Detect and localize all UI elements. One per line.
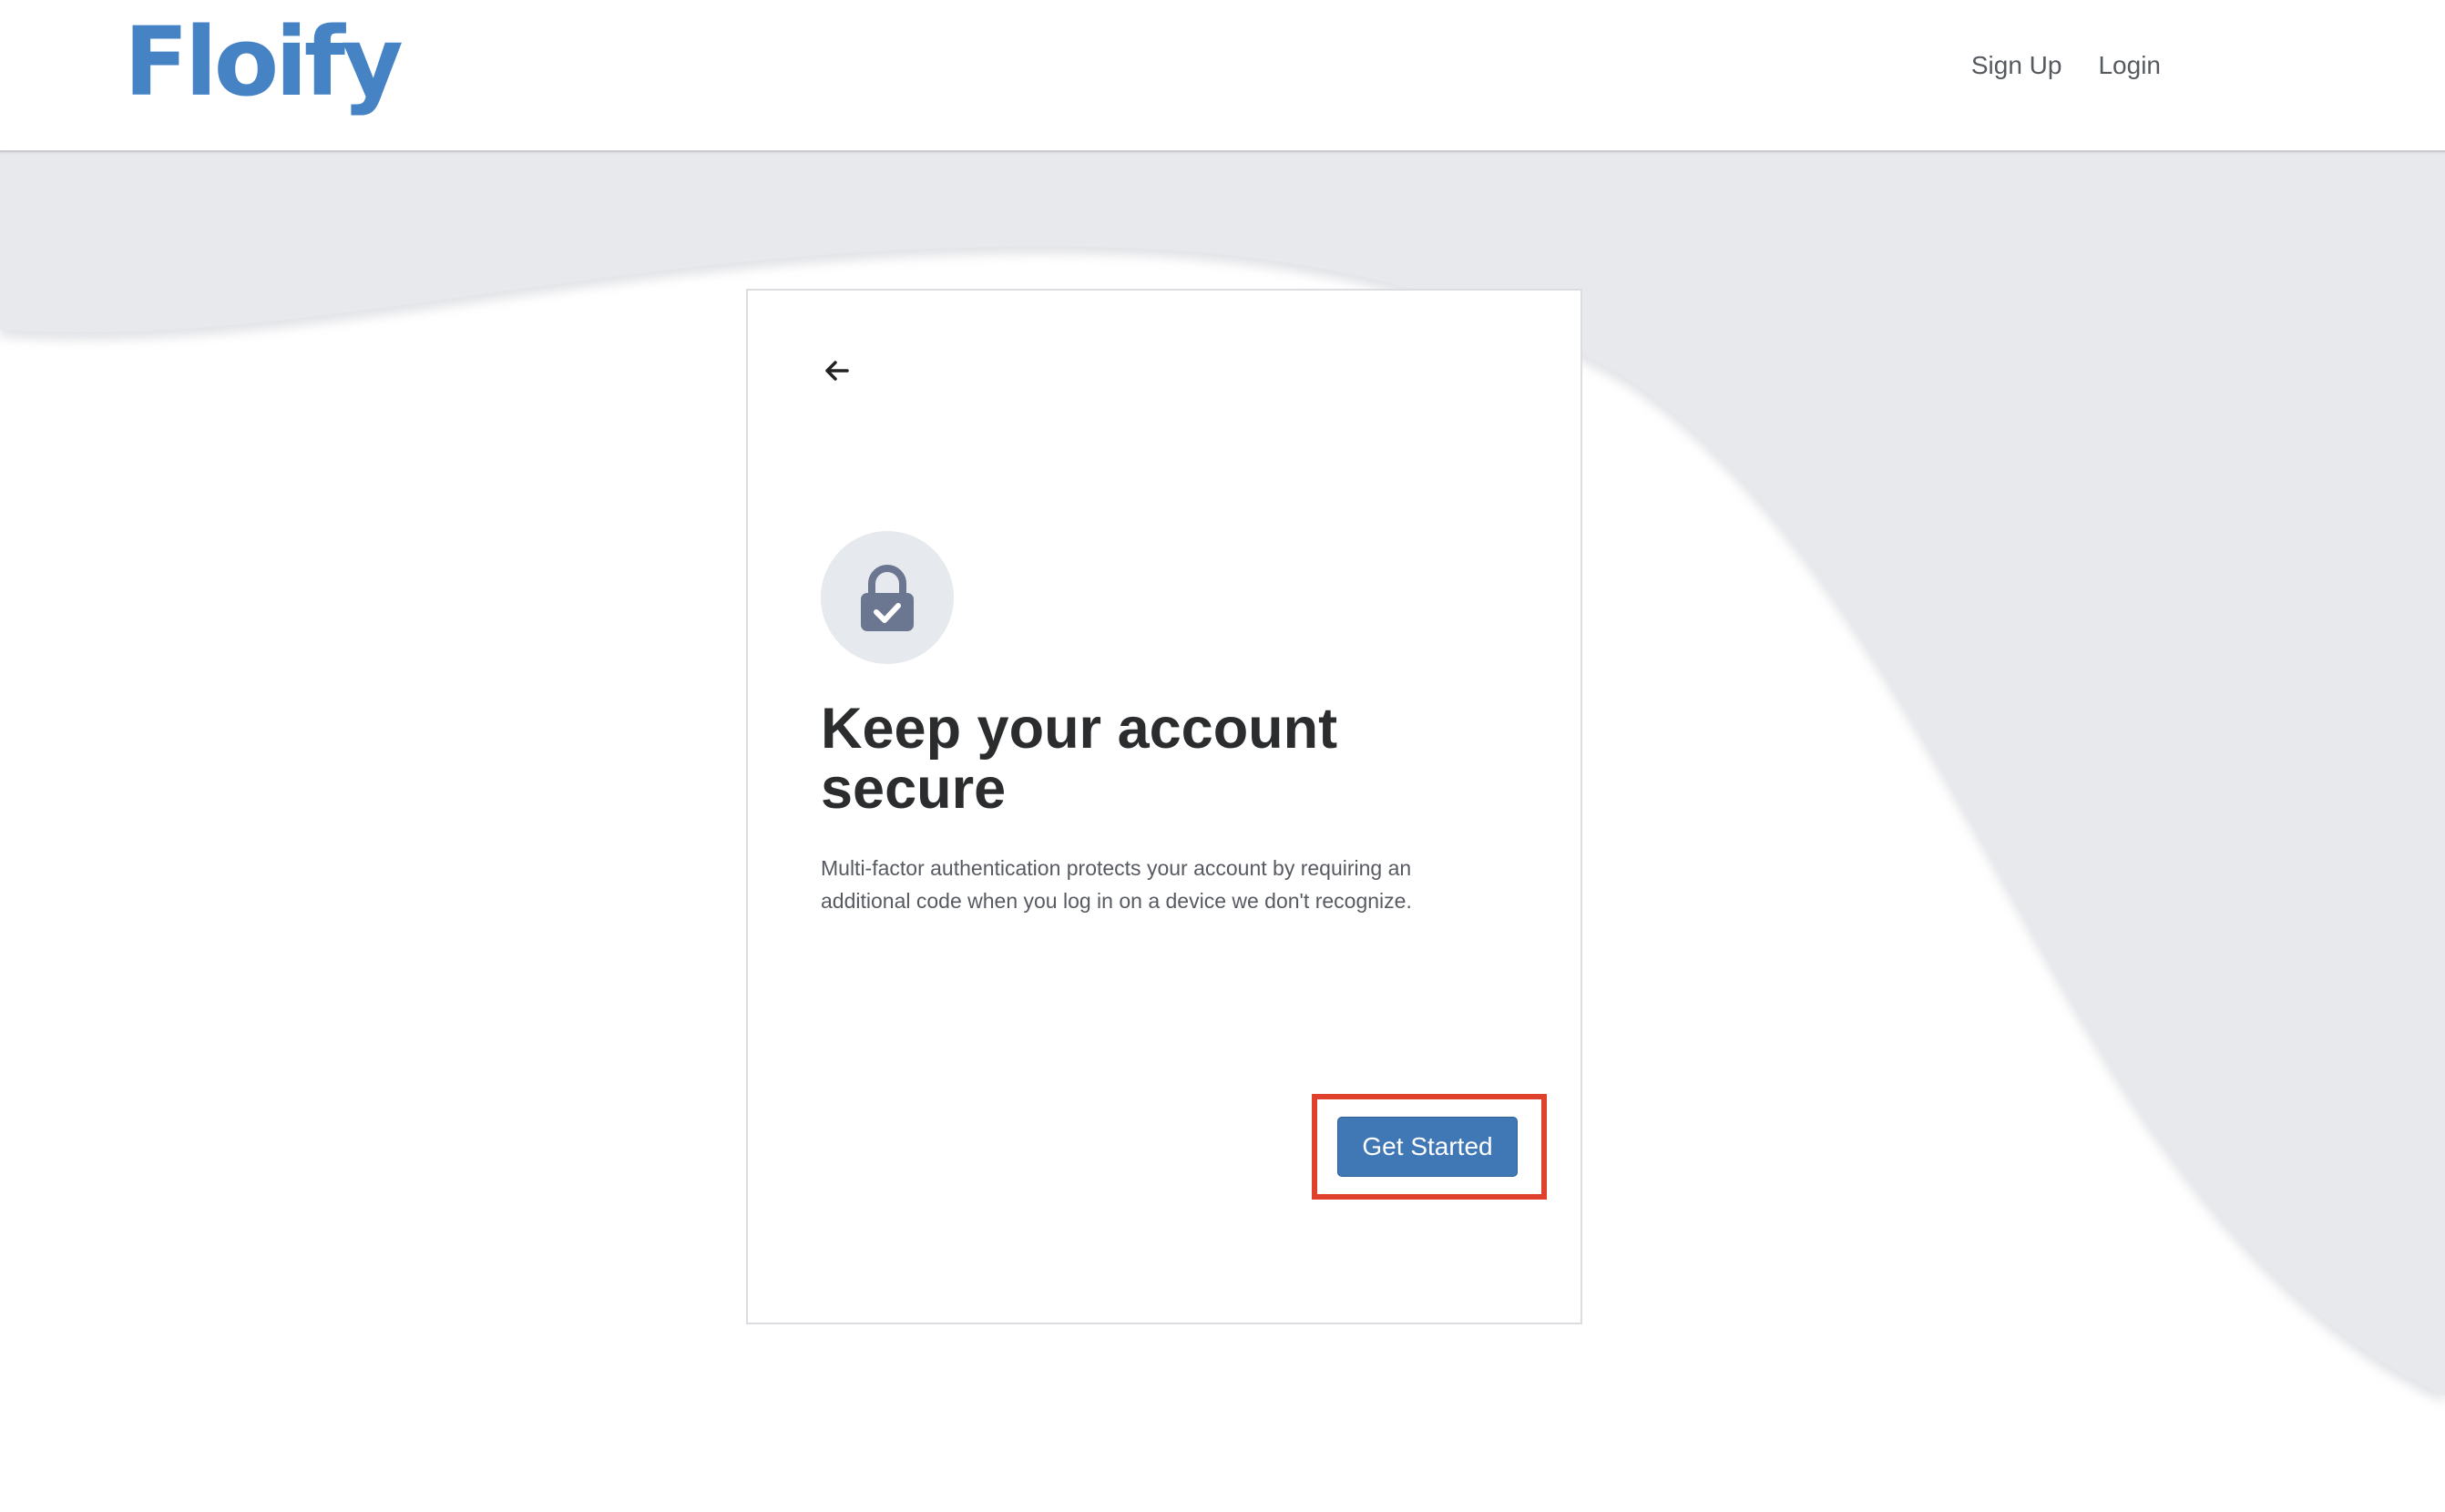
arrow-left-icon <box>825 361 849 381</box>
back-button[interactable] <box>819 352 855 389</box>
lock-check-icon <box>861 565 914 631</box>
card-description: Multi-factor authentication protects you… <box>821 856 1412 913</box>
page: Floify Sign Up Login Keep your account s… <box>0 0 2445 1512</box>
mfa-setup-card: Keep your account secure Multi-factor au… <box>746 289 1582 1324</box>
header-nav: Sign Up Login <box>1971 51 2161 80</box>
signup-link[interactable]: Sign Up <box>1971 51 2062 80</box>
card-title: Keep your account secure <box>821 697 1338 821</box>
lock-icon-circle <box>821 531 954 664</box>
top-header: Floify Sign Up Login <box>0 0 2445 152</box>
get-started-button[interactable]: Get Started <box>1337 1117 1518 1177</box>
login-link[interactable]: Login <box>2098 51 2161 80</box>
floify-logo[interactable]: Floify <box>124 5 404 119</box>
